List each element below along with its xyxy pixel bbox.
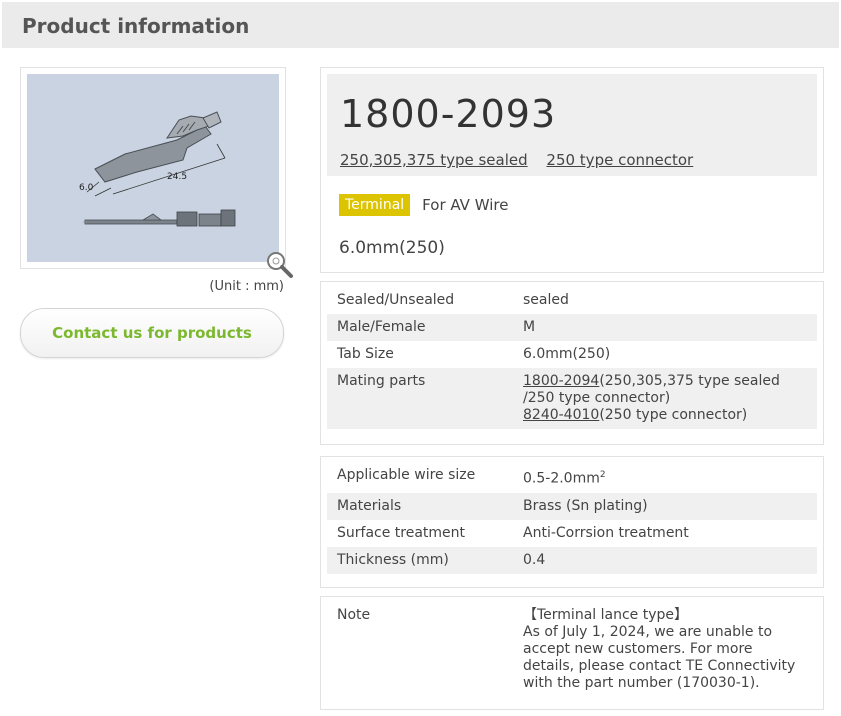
product-summary: 1800-2093 250,305,375 type sealed 250 ty…: [320, 67, 824, 273]
spec-label: Surface treatment: [337, 524, 466, 541]
spec-table-material: Applicable wire size 0.5-2.0mm2 Material…: [320, 456, 824, 588]
product-image-frame[interactable]: 6.0 24.5: [20, 67, 286, 269]
spec-label: Mating parts: [327, 368, 513, 429]
spec-label: Tab Size: [337, 346, 394, 362]
note-value: 【Terminal lance type】 As of July 1, 2024…: [513, 602, 817, 697]
mating-part-link-2[interactable]: 8240-4010: [523, 407, 599, 423]
table-row: Materials Brass (Sn plating): [327, 492, 817, 520]
spec-label: Thickness (mm): [327, 546, 513, 574]
section-title: Product information: [22, 14, 250, 38]
unit-note: (Unit : mm): [209, 279, 284, 294]
category-description: For AV Wire: [422, 196, 509, 214]
product-number: 1800-2093: [340, 92, 557, 136]
spec-label: Sealed/Unsealed: [337, 292, 455, 308]
spec-value: Anti-Corrsion treatment: [523, 524, 689, 541]
category-row: Terminal For AV Wire: [339, 194, 508, 216]
table-row: Applicable wire size 0.5-2.0mm2: [327, 462, 817, 493]
table-row: Sealed/Unsealed sealed: [327, 287, 817, 314]
dimension-width: 6.0: [79, 183, 94, 193]
contact-us-button[interactable]: Contact us for products: [20, 308, 284, 358]
spec-label: Applicable wire size: [337, 467, 476, 483]
note-heading: 【Terminal lance type】: [523, 607, 688, 623]
spec-value: 6.0mm(250): [523, 346, 611, 362]
product-image: 6.0 24.5: [27, 74, 279, 262]
note-label: Note: [337, 607, 371, 623]
spec-value: Brass (Sn plating): [513, 492, 817, 520]
wire-size-value: 0.5-2.0mm: [523, 470, 600, 487]
section-header: Product information: [2, 2, 839, 48]
table-row: Thickness (mm) 0.4: [327, 546, 817, 574]
table-row: Mating parts 1800-2094(250,305,375 type …: [327, 368, 817, 429]
series-links: 250,305,375 type sealed 250 type connect…: [340, 151, 707, 169]
spec-value: 0.5-2.0mm2: [513, 462, 817, 493]
table-row: Male/Female M: [327, 314, 817, 341]
zoom-in-icon[interactable]: [265, 250, 295, 280]
mating-part-desc-2: (250 type connector): [599, 407, 748, 423]
note-text: As of July 1, 2024, we are unable to acc…: [523, 624, 796, 691]
spec-value: M: [513, 314, 817, 341]
spec-value: 1800-2094(250,305,375 type sealed /250 t…: [513, 368, 817, 429]
series-link-sealed[interactable]: 250,305,375 type sealed: [340, 151, 528, 169]
spec-value: 0.4: [513, 546, 817, 574]
product-size: 6.0mm(250): [339, 238, 445, 258]
series-link-connector[interactable]: 250 type connector: [546, 151, 693, 169]
category-badge: Terminal: [339, 194, 411, 216]
product-title-box: 1800-2093 250,305,375 type sealed 250 ty…: [327, 74, 817, 176]
dimension-length: 24.5: [167, 172, 187, 182]
mating-part-link-1[interactable]: 1800-2094: [523, 373, 599, 389]
spec-label: Materials: [327, 492, 513, 520]
wire-size-unit-exponent: 2: [599, 470, 606, 480]
spec-label: Male/Female: [327, 314, 513, 341]
spec-value: sealed: [523, 292, 569, 308]
note-panel: Note 【Terminal lance type】 As of July 1,…: [320, 596, 824, 710]
terminal-drawing: 6.0 24.5: [79, 111, 236, 227]
spec-table-basic: Sealed/Unsealed sealed Male/Female M Tab…: [320, 281, 824, 445]
table-row: Surface treatment Anti-Corrsion treatmen…: [327, 520, 817, 547]
table-row: Tab Size 6.0mm(250): [327, 341, 817, 368]
table-row: Note 【Terminal lance type】 As of July 1,…: [327, 602, 817, 697]
